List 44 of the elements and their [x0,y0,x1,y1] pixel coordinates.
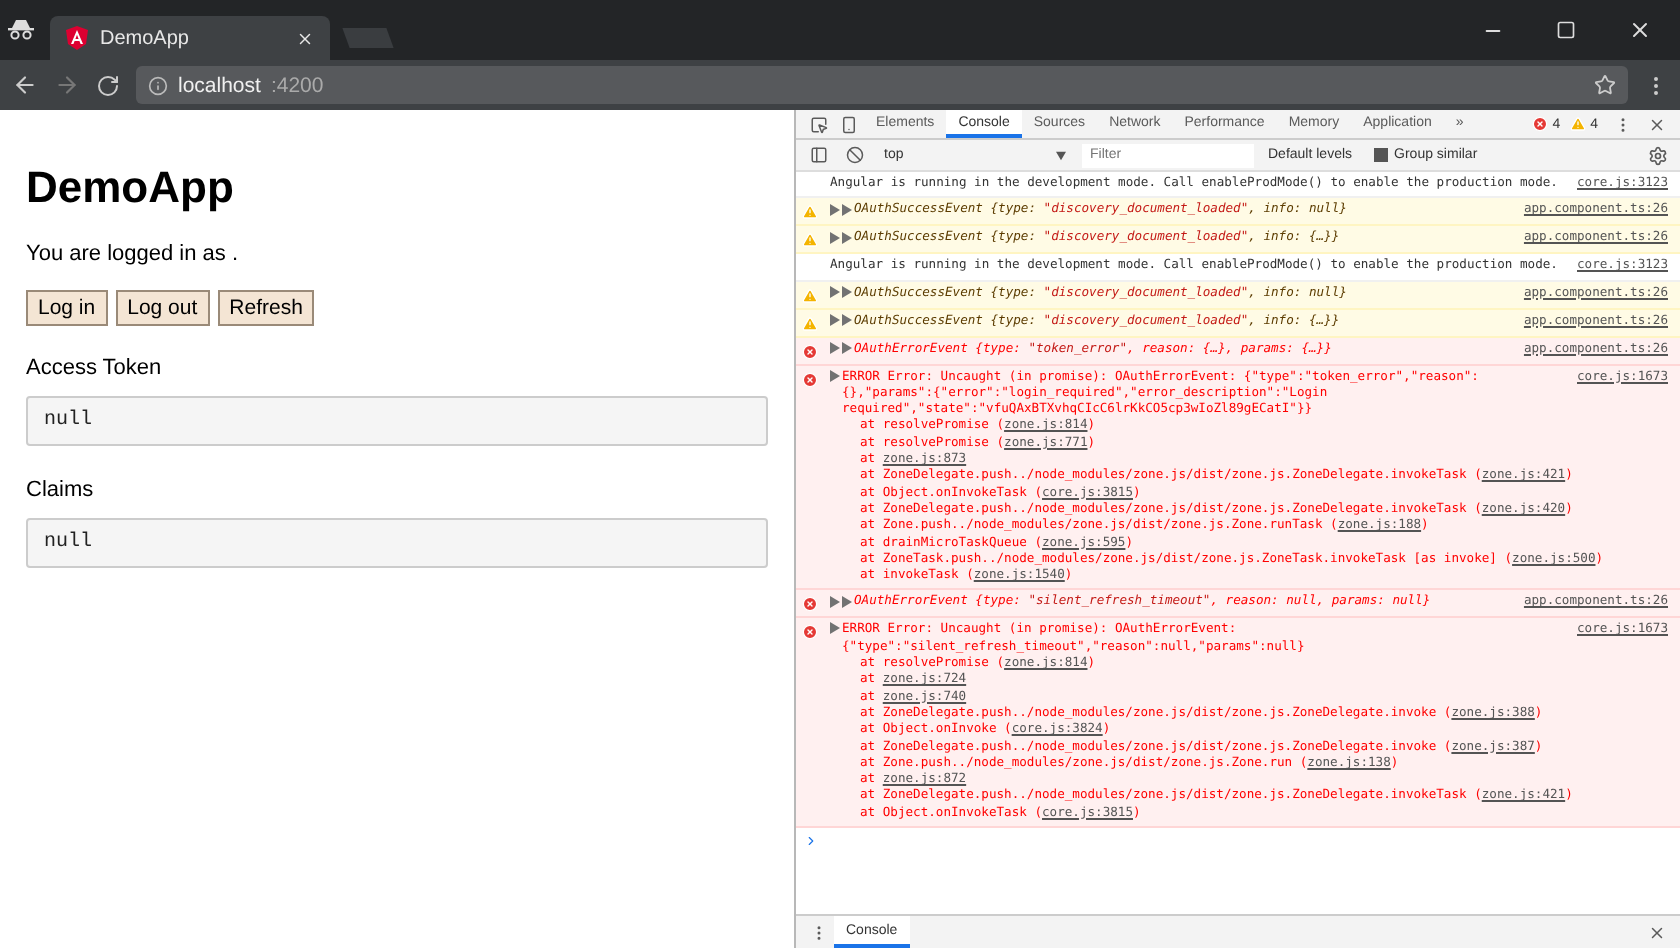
browser-tab[interactable]: DemoApp [50,16,330,60]
section-label: Claims [26,478,96,502]
prompt-icon [804,834,818,849]
star-icon[interactable] [1594,74,1616,96]
action-button[interactable]: Log in [26,290,108,326]
action-button[interactable]: Log out [115,290,210,326]
shield-logo-icon [66,26,88,50]
close-icon[interactable] [1648,923,1666,941]
incognito-icon[interactable] [8,20,34,40]
address-port: :4200 [270,73,326,97]
clear-icon[interactable] [846,146,864,164]
error-icon [802,371,818,388]
close-icon[interactable] [1648,115,1666,133]
expand-icon[interactable] [830,369,840,382]
caret-icon [1056,149,1066,161]
reload-icon[interactable] [96,73,120,97]
maximize-icon[interactable] [1556,20,1576,40]
sidebar-icon[interactable] [810,146,828,164]
info-icon [148,75,168,95]
value-box: null [26,518,768,568]
error-icon [802,343,818,360]
warning-icon [802,315,818,332]
back-icon[interactable] [12,72,38,98]
inspect-icon[interactable] [810,115,828,133]
error-icon [802,596,818,613]
warning-icon [802,232,818,249]
warning-icon [1570,116,1587,132]
error-icon [1532,116,1549,132]
app-title: DemoApp [26,162,236,214]
warning-icon [802,287,818,304]
section-label: Access Token [26,356,164,380]
close-icon[interactable] [1628,18,1652,42]
value-box: null [26,396,768,446]
tab-title: DemoApp [100,27,191,49]
warning-icon [802,204,818,221]
address-host: localhost [178,73,261,97]
action-button[interactable]: Refresh [217,290,315,326]
group-checkbox[interactable] [1374,148,1389,162]
login-status: You are logged in as . [26,242,241,266]
expand-icon[interactable] [830,622,840,635]
address-bar[interactable]: localhost :4200 [136,66,1628,104]
error-icon [802,624,818,641]
device-icon[interactable] [840,115,858,133]
settings-icon[interactable] [1648,145,1668,165]
